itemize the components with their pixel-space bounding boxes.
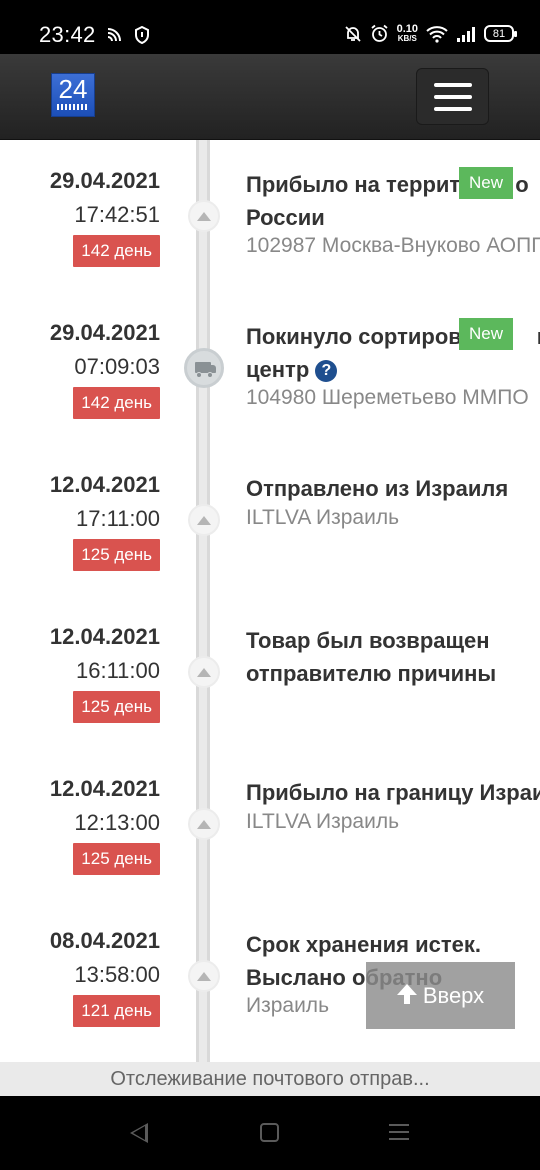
network-speed-value: 0.10 — [396, 22, 418, 35]
event-time: 12:13:00 — [74, 810, 160, 835]
event-location: 104980 Шереметьево ММПО — [246, 386, 529, 409]
event-title-line2: отправителю причины — [246, 661, 497, 686]
scroll-top-button[interactable]: Вверх — [366, 962, 515, 1029]
days-badge: 125 день — [73, 691, 160, 723]
back-icon[interactable] — [130, 1123, 148, 1143]
browser-tab-title[interactable]: Отслеживание почтового отправ... — [0, 1062, 540, 1096]
truck-wheel — [207, 372, 213, 378]
barcode-icon — [57, 104, 89, 110]
event-title-line2: России — [246, 205, 325, 230]
event-location: ILTLVA Израиль — [246, 506, 400, 529]
arrow-up-dot-icon — [188, 808, 220, 840]
days-badge: 142 день — [73, 235, 160, 267]
cast-icon — [107, 28, 121, 42]
site-logo[interactable]: 24 — [51, 73, 95, 117]
event-date: 29.04.2021 — [49, 168, 160, 193]
battery-icon: 81 — [484, 25, 517, 42]
menu-line-icon — [434, 95, 472, 99]
event-time: 13:58:00 — [74, 962, 160, 987]
days-badge: 125 день — [73, 843, 160, 875]
arrow-up-icon — [396, 984, 417, 1004]
event-location: Израиль — [246, 994, 330, 1017]
status-right-icons: 0.10 KB/S 81 — [344, 22, 517, 43]
truck-icon — [184, 348, 224, 388]
wifi-icon — [426, 25, 448, 43]
event-date: 29.04.2021 — [49, 320, 160, 345]
event-date: 12.04.2021 — [49, 624, 160, 649]
event-location: 102987 Москва-Внуково АОПП — [246, 234, 540, 257]
menu-line-icon — [434, 107, 472, 111]
event-time: 07:09:03 — [74, 354, 160, 379]
recents-menu-icon[interactable] — [389, 1124, 409, 1140]
arrow-up-dot-icon — [188, 200, 220, 232]
event-title: Отправлено из Израиля — [246, 476, 509, 501]
arrow-up-dot-icon — [188, 504, 220, 536]
days-badge: 125 день — [73, 539, 160, 571]
alarm-icon — [371, 24, 388, 42]
system-nav-bar — [0, 1096, 540, 1170]
network-speed: 0.10 KB/S — [396, 22, 418, 43]
logo-text: 24 — [58, 74, 88, 104]
event-title-line2: центр — [246, 357, 310, 382]
home-icon[interactable] — [260, 1123, 279, 1142]
menu-line-icon — [434, 83, 472, 87]
event-location: ILTLVA Израиль — [246, 810, 400, 833]
shield-icon — [135, 26, 149, 44]
timeline-event: 29.04.2021 07:09:03 142 день Покинуло со… — [0, 292, 540, 444]
hamburger-menu-button[interactable] — [416, 68, 489, 125]
arrow-up-dot-icon — [188, 656, 220, 688]
scroll-top-label: Вверх — [422, 982, 485, 1008]
event-title-line1: Товар был возвращен — [246, 628, 490, 653]
days-badge: 121 день — [73, 995, 160, 1027]
help-icon[interactable]: ? — [315, 360, 338, 382]
new-badge: New — [459, 318, 514, 350]
mute-bell-icon — [344, 25, 361, 42]
event-time: 17:11:00 — [75, 506, 160, 531]
app-header: 24 — [0, 54, 540, 140]
event-title: Прибыло на границу Израиля — [246, 780, 540, 805]
status-left-icons — [106, 26, 150, 44]
truck-wheel — [196, 372, 202, 378]
status-bar: 23:42 0.10 KB/S 81 — [0, 0, 540, 54]
event-title-line1: Срок хранения истек. — [246, 932, 481, 957]
event-date: 08.04.2021 — [49, 928, 160, 953]
new-badge: New — [459, 167, 514, 199]
tracking-timeline[interactable]: 29.04.2021 17:42:51 142 день Прибыло на … — [0, 140, 540, 1062]
event-title-line1: Прибыло на террит — [246, 172, 461, 197]
event-title-line1-tail: о — [515, 172, 529, 197]
status-time: 23:42 — [39, 22, 96, 47]
event-date: 12.04.2021 — [49, 776, 160, 801]
network-speed-unit: KB/S — [397, 33, 417, 43]
arrow-up-dot-icon — [188, 960, 220, 992]
event-date: 12.04.2021 — [49, 472, 160, 497]
event-time: 16:11:00 — [75, 658, 160, 683]
event-title: Товар был возвращен отправителю причины — [246, 624, 496, 690]
days-badge: 142 день — [73, 387, 160, 419]
signal-icon — [457, 26, 475, 42]
timeline-event: 12.04.2021 16:11:00 125 день Товар был в… — [0, 596, 540, 748]
event-time: 17:42:51 — [74, 202, 160, 227]
timeline-event: 12.04.2021 12:13:00 125 день Прибыло на … — [0, 748, 540, 900]
timeline-event: 12.04.2021 17:11:00 125 день Отправлено … — [0, 444, 540, 596]
event-title-line1: Покинуло сортиров — [246, 324, 462, 349]
timeline-event: 29.04.2021 17:42:51 142 день Прибыло на … — [0, 140, 540, 292]
